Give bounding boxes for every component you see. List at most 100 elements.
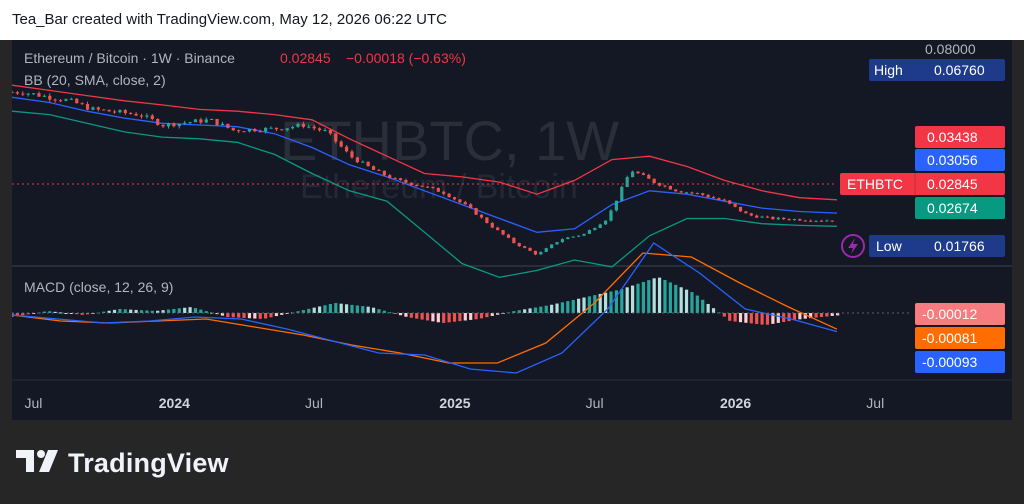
macd-histogram-bar [566,301,570,313]
candle-body [604,220,608,225]
candle-body [339,141,343,147]
candle-body [366,161,370,167]
candle-body [188,122,192,124]
macd-histogram-bar [679,287,683,313]
macd-histogram-bar [415,313,419,319]
legend-price: 0.02845 [280,50,331,66]
candle-body [431,186,435,189]
candle-body [150,115,154,119]
macd-histogram-bar [393,313,397,314]
candle-body [215,118,219,126]
candle-body [447,193,451,198]
macd-histogram-bar [825,313,829,317]
candle-body [350,151,354,158]
macd-histogram-bar [247,313,252,319]
candle-body [533,250,538,255]
candle-body [463,202,467,205]
macd-histogram-bar [798,313,802,320]
chart-canvas[interactable]: ETHBTC, 1W Ethereum / Bitcoin Ethereum /… [12,40,1012,420]
macd-histogram-bar [755,313,759,324]
candle-body [291,126,295,129]
macd-histogram-bar [334,303,338,313]
candle-body [474,208,478,215]
time-axis[interactable]: Jul 2024 Jul 2025 Jul 2026 Jul [24,395,884,411]
macd-histogram-bar [193,308,198,313]
macd-histogram-bar [744,313,748,323]
chart-panel[interactable]: ETHBTC, 1W Ethereum / Bitcoin Ethereum /… [12,40,1012,420]
candle-body [706,194,710,198]
bb-basis-value: 0.03056 [927,152,978,168]
candle-body [722,199,726,201]
alert-icon[interactable] [841,234,865,258]
candle-body [420,185,424,187]
candle-body [161,124,165,127]
macd-histogram-bar [53,311,57,313]
candle-body [285,128,289,131]
macd-histogram-bar [528,308,532,313]
candle-body [501,230,505,235]
candle-body [717,198,721,200]
candle-body [695,193,699,195]
macd-histogram-bar [733,313,737,322]
macd-histogram-bar [312,307,316,313]
candle-body [760,216,764,218]
macd-histogram-bar [544,305,548,313]
candle-body [64,99,68,101]
macd-histogram-bar [479,313,484,319]
candle-body [636,171,640,174]
candle-body [96,107,100,110]
macd-line-value: -0.00093 [922,354,977,370]
macd-histogram-bar [614,290,618,313]
macd-histogram-bar [533,307,538,313]
candle-body [771,216,775,220]
macd-histogram-bar [706,303,710,313]
macd-histogram-bar [425,313,430,321]
candle-body [711,197,716,199]
watermark-ticker: ETHBTC, 1W [280,109,619,172]
low-label: Low [876,238,903,254]
candle-body [107,109,111,112]
macd-histogram-bar [577,298,581,313]
candle-body [550,244,554,249]
time-axis-label: 2026 [720,395,751,411]
macd-histogram-bar [253,313,257,319]
candle-body [555,242,559,245]
candle-body [317,128,322,131]
macd-histogram-bar [452,313,457,322]
candle-body [123,110,127,114]
macd-histogram-bar [787,313,791,322]
candle-body [237,130,241,132]
candle-body [199,119,203,123]
candle-body [26,93,30,95]
candle-body [819,220,824,222]
candle-body [312,126,316,129]
candle-body [361,161,365,163]
macd-histogram-bar [371,307,376,313]
time-axis-label: 2025 [439,395,470,411]
macd-histogram-bar [663,280,667,313]
candle-body [755,215,759,218]
candle-body [630,171,635,178]
candle-body [425,186,430,188]
candle-body [814,220,818,222]
candle-body [193,119,198,123]
candle-body [382,170,386,176]
candle-body [323,130,327,132]
candle-body [523,246,527,248]
candle-body [614,200,618,211]
candle-body [75,98,79,104]
candle-body [80,103,84,105]
candle-body [728,200,732,204]
candle-body [765,216,770,218]
macd-histogram-bar [237,313,241,318]
candle-body [663,185,667,187]
candle-body [598,224,602,228]
macd-histogram-bar [355,305,359,313]
candle-body [355,157,359,163]
candle-body [749,213,753,216]
candle-body [371,166,376,170]
macd-histogram-bar [760,313,764,325]
macd-histogram-bar [339,303,343,313]
candle-body [398,178,403,181]
candle-body [609,210,613,221]
